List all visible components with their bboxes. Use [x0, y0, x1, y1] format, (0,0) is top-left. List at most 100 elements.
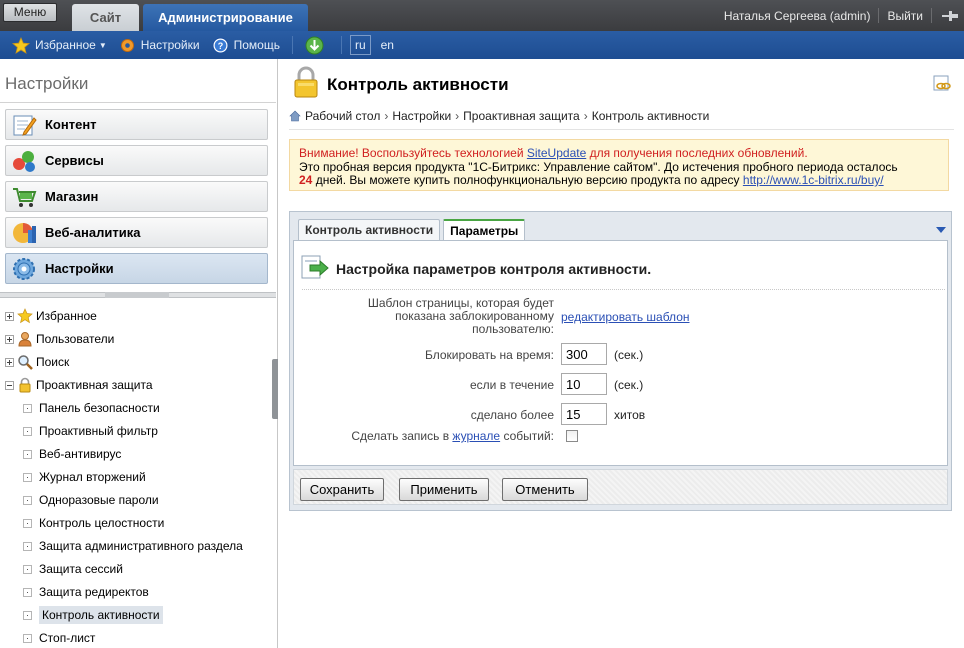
breadcrumb-item[interactable]: Настройки — [392, 109, 451, 123]
update-button[interactable] — [305, 36, 329, 55]
breadcrumb-separator: › — [583, 109, 588, 123]
tab-site[interactable]: Сайт — [72, 4, 139, 31]
divider — [340, 36, 342, 54]
logout-link[interactable]: Выйти — [887, 9, 923, 23]
settings-icon — [13, 257, 35, 280]
tree-item[interactable]: Защита сессий — [23, 558, 123, 580]
hits-label: сделано более — [470, 408, 554, 422]
home-icon[interactable] — [289, 110, 301, 122]
tree-item[interactable]: Стоп-лист — [23, 627, 95, 648]
category-services[interactable]: Сервисы — [5, 145, 268, 176]
lang-en[interactable]: en — [381, 38, 394, 52]
user-name-link[interactable]: Наталья Сергеева (admin) — [724, 9, 871, 23]
category-shop[interactable]: Магазин — [5, 181, 268, 212]
tree-item[interactable]: Панель безопасности — [23, 397, 160, 419]
help-button[interactable]: ? Помощь — [212, 37, 280, 54]
hits-input[interactable] — [561, 403, 607, 425]
tree-item-label: Журнал вторжений — [39, 470, 146, 484]
category-label: Контент — [45, 117, 97, 132]
tree-item[interactable]: Веб-антивирус — [23, 443, 121, 465]
log-checkbox[interactable] — [566, 430, 578, 442]
tree-item-proactive[interactable]: Проактивная защита — [5, 374, 153, 396]
breadcrumb-item[interactable]: Проактивная защита — [463, 109, 580, 123]
breadcrumb: Рабочий стол › Настройки › Проактивная з… — [289, 109, 709, 123]
block-time-label: Блокировать на время: — [424, 348, 554, 362]
within-label: если в течение — [470, 378, 554, 392]
collapse-icon[interactable] — [5, 380, 14, 390]
tree-item[interactable]: Защита административного раздела — [23, 535, 243, 557]
settings-button[interactable]: Настройки — [119, 37, 200, 54]
tree-item-users[interactable]: Пользователи — [5, 328, 114, 350]
menu-button[interactable]: Меню — [3, 3, 57, 22]
block-time-input[interactable] — [561, 343, 607, 365]
tree-item[interactable]: Контроль целостности — [23, 512, 164, 534]
expand-icon[interactable] — [5, 311, 14, 321]
gear-icon — [120, 38, 134, 52]
leaf-icon — [23, 472, 32, 482]
tab-parameters[interactable]: Параметры — [443, 219, 526, 241]
buy-link[interactable]: http://www.1c-bitrix.ru/buy/ — [743, 173, 884, 187]
category-settings[interactable]: Настройки — [5, 253, 268, 284]
main-content: Контроль активности Рабочий стол › Настр… — [279, 59, 964, 648]
splitter-grip[interactable] — [105, 292, 169, 298]
days-left: 24 — [299, 173, 313, 187]
page-title: Контроль активности — [327, 75, 509, 94]
category-content[interactable]: Контент — [5, 109, 268, 140]
tree-item[interactable]: Журнал вторжений — [23, 466, 146, 488]
panel-splitter[interactable] — [0, 292, 276, 298]
log-label: Сделать запись в журнале событий: — [351, 429, 554, 443]
lock-icon — [294, 66, 318, 98]
apply-button[interactable]: Применить — [399, 478, 489, 501]
expand-icon[interactable] — [5, 334, 14, 344]
leaf-icon — [23, 518, 32, 528]
lang-ru[interactable]: ru — [349, 35, 371, 55]
label-line: пользователю: — [472, 322, 554, 336]
save-button[interactable]: Сохранить — [300, 478, 384, 501]
parameters-form: Настройка параметров контроля активности… — [293, 240, 948, 466]
sidebar-title: Настройки — [5, 74, 89, 93]
tree-item-label: Одноразовые пароли — [39, 493, 159, 507]
chevron-down-icon[interactable] — [936, 227, 946, 233]
help-icon: ? — [212, 37, 229, 53]
cancel-button[interactable]: Отменить — [502, 478, 588, 501]
category-label: Настройки — [45, 261, 114, 276]
journal-link[interactable]: журнале — [452, 429, 500, 443]
tree-item[interactable]: Одноразовые пароли — [23, 489, 159, 511]
button-bar: Сохранить Применить Отменить — [293, 469, 948, 505]
sidebar-resize-handle[interactable] — [272, 359, 278, 419]
tree-item-label: Защита административного раздела — [39, 539, 243, 553]
breadcrumb-separator: › — [384, 109, 389, 123]
tree-item-search[interactable]: Поиск — [5, 351, 69, 373]
link-icon[interactable] — [933, 75, 951, 93]
tree-item[interactable]: Защита редиректов — [23, 581, 149, 603]
expand-icon[interactable] — [5, 357, 14, 367]
category-label: Магазин — [45, 189, 99, 204]
block-time-unit: (сек.) — [614, 348, 644, 362]
leaf-icon — [23, 495, 32, 505]
tree-item[interactable]: Проактивный фильтр — [23, 420, 158, 442]
tab-administration[interactable]: Администрирование — [143, 4, 308, 31]
tab-activity-control[interactable]: Контроль активности — [298, 219, 441, 241]
svg-text:?: ? — [217, 41, 223, 51]
chevron-down-icon: ▼ — [98, 40, 107, 50]
within-input[interactable] — [561, 373, 607, 395]
breadcrumb-item[interactable]: Рабочий стол — [305, 109, 380, 123]
section-arrow-icon — [301, 255, 329, 279]
tree-item-selected[interactable]: Контроль активности — [23, 604, 163, 626]
favorites-menu[interactable]: Избранное ▼ — [12, 36, 107, 54]
tree-item-favorites[interactable]: Избранное — [5, 305, 97, 327]
leaf-icon — [23, 541, 32, 551]
help-label: Помощь — [233, 38, 280, 52]
label-text: Сделать запись в — [351, 429, 453, 443]
label-text: событий: — [500, 429, 554, 443]
pin-icon[interactable] — [940, 9, 960, 23]
category-analytics[interactable]: Веб-аналитика — [5, 217, 268, 248]
star-icon — [12, 36, 30, 54]
tree-item-label: Стоп-лист — [39, 631, 96, 645]
star-icon — [17, 308, 33, 324]
user-icon — [18, 332, 32, 347]
siteupdate-link[interactable]: SiteUpdate — [527, 146, 586, 160]
edit-template-link[interactable]: редактировать шаблон — [561, 310, 690, 324]
search-icon — [18, 355, 33, 370]
tree-item-label: Проактивный фильтр — [39, 424, 158, 438]
